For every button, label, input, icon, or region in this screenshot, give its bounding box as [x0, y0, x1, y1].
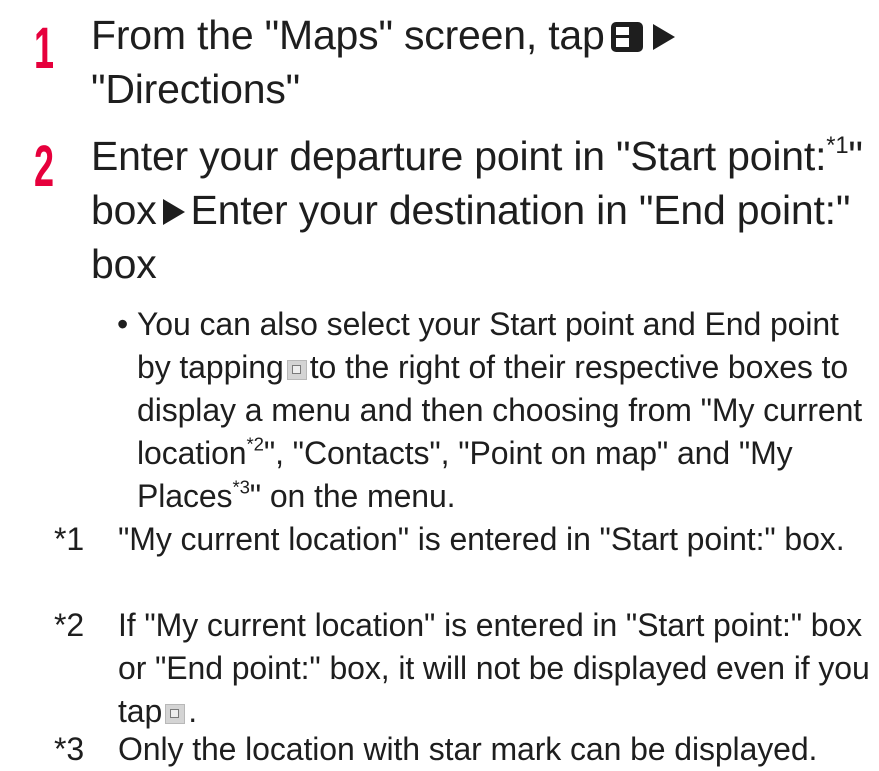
step-text: Enter your departure point in "Start poi…	[91, 129, 871, 291]
footnote-mark: *3	[54, 731, 85, 767]
footnote-reference: *3	[232, 476, 250, 498]
footnote-reference: *2	[246, 433, 264, 455]
instruction-page: 1 From the "Maps" screen, tap "Directions…	[0, 0, 879, 771]
step-number: 2	[34, 134, 55, 199]
footnote-reference: *1	[826, 131, 849, 159]
footnote-text: "My current location" is entered in "Sta…	[118, 521, 845, 557]
location-picker-icon	[286, 360, 307, 380]
step-number: 1	[34, 16, 55, 81]
step-text-part: "Directions"	[91, 66, 300, 112]
footnote-text-part: .	[188, 693, 197, 729]
footnote-text: If "My current location" is entered in "…	[118, 604, 878, 733]
footnote-text: Only the location with star mark can be …	[118, 731, 818, 767]
step-text-part: Enter your destination in "End point:" b…	[91, 187, 851, 287]
footnote-mark: *1	[54, 521, 85, 557]
footnote-text-part: If "My current location" is entered in "…	[118, 607, 870, 729]
step-text-part: Enter your departure point in "Start poi…	[91, 133, 827, 179]
bullet-symbol: •	[117, 306, 129, 342]
arrow-right-icon	[652, 24, 675, 50]
step-text: From the "Maps" screen, tap "Directions"	[91, 8, 871, 116]
arrow-right-icon	[162, 199, 185, 225]
location-picker-icon	[165, 704, 186, 724]
step-text-part: From the "Maps" screen, tap	[91, 12, 605, 58]
bullet-text: You can also select your Start point and…	[137, 303, 877, 518]
bullet-text-part: " on the menu.	[249, 478, 456, 514]
footnote-mark: *2	[54, 607, 85, 643]
menu-key-icon	[610, 22, 643, 52]
